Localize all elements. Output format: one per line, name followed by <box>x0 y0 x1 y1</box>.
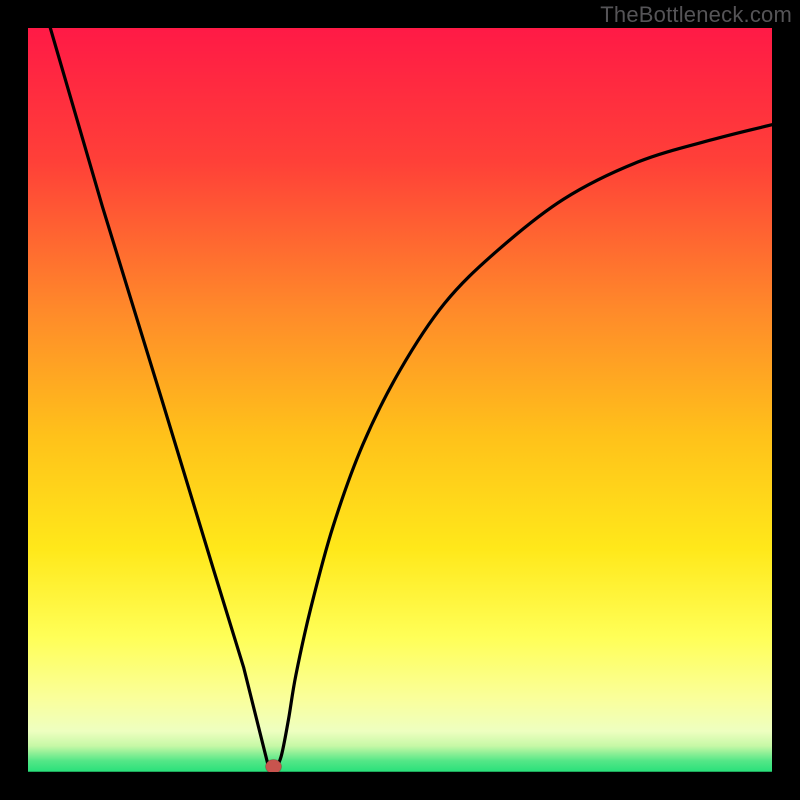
chart-container: TheBottleneck.com <box>0 0 800 800</box>
chart-svg <box>28 28 772 772</box>
attribution-text: TheBottleneck.com <box>600 2 792 28</box>
plot-area <box>28 28 772 772</box>
